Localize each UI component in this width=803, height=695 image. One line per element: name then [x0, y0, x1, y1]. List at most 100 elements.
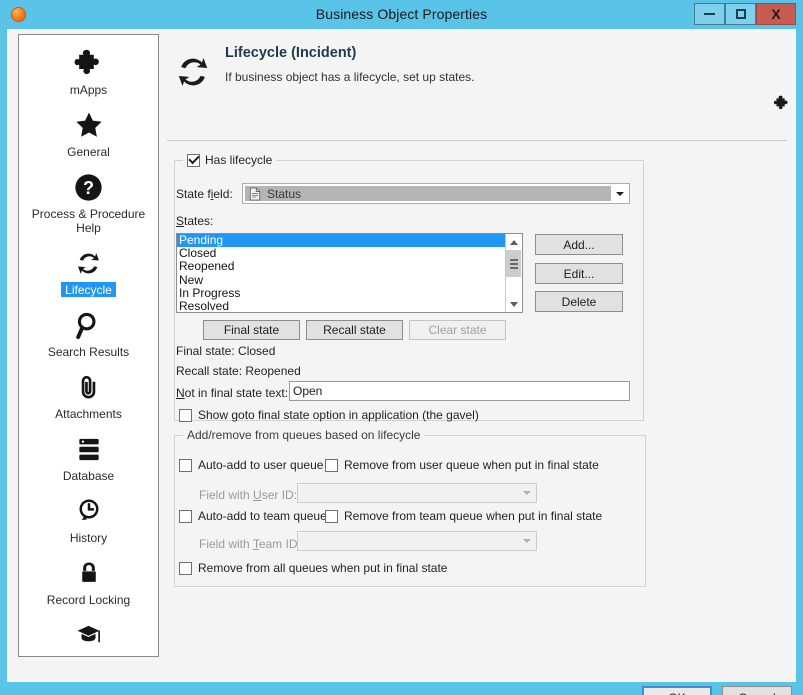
chevron-down-icon[interactable] — [518, 484, 536, 502]
maximize-button[interactable] — [725, 3, 756, 25]
state-field-label: State field: — [176, 187, 233, 201]
ok-button[interactable]: OK — [642, 686, 712, 695]
has-lifecycle-group-title: Has lifecycle — [183, 153, 277, 167]
field-user-id-combobox[interactable] — [297, 483, 537, 503]
sidebar-item-attachments[interactable]: Attachments — [19, 359, 158, 421]
state-field-value: Status — [267, 186, 302, 201]
show-goto-row[interactable]: Show goto final state option in applicat… — [179, 408, 479, 422]
remove-team-queue-label: Remove from team queue when put in final… — [344, 509, 603, 523]
sidebar-item-history[interactable]: History — [19, 483, 158, 545]
refresh-cycle-icon — [72, 244, 105, 282]
chevron-down-icon[interactable] — [518, 532, 536, 550]
remove-user-queue-checkbox[interactable] — [325, 458, 338, 472]
auto-add-team-queue-row[interactable]: Auto-add to team queue — [179, 509, 327, 523]
field-user-id-value — [298, 484, 518, 502]
minimize-icon — [704, 13, 715, 15]
remove-team-queue-row[interactable]: Remove from team queue when put in final… — [325, 509, 602, 523]
final-state-value: Final state: Closed — [176, 344, 276, 358]
sidebar-item-label: Search Results — [47, 345, 130, 359]
list-item[interactable]: Reopened — [177, 260, 505, 273]
magnifier-icon — [73, 306, 104, 344]
not-in-final-state-input[interactable]: Open — [289, 381, 630, 401]
sidebar-item-mapps[interactable]: mApps — [19, 35, 158, 97]
close-button[interactable]: X — [756, 3, 796, 25]
remove-all-queues-checkbox[interactable] — [179, 561, 192, 575]
field-user-id-label: Field with User ID: — [199, 488, 298, 502]
sidebar-item-label: General — [67, 145, 110, 159]
question-mark-circle-icon: ? — [73, 168, 104, 206]
states-label-row: States: — [176, 214, 213, 228]
category-sidebar[interactable]: mApps General ? Process & Procedure Help… — [18, 34, 159, 657]
list-item[interactable]: New — [177, 273, 505, 287]
add-button[interactable]: Add... — [535, 234, 623, 255]
has-lifecycle-label: Has lifecycle — [205, 153, 273, 167]
scrollbar-thumb[interactable] — [506, 250, 521, 277]
remove-all-queues-row[interactable]: Remove from all queues when put in final… — [179, 561, 447, 575]
sidebar-item-database[interactable]: Database — [19, 421, 158, 483]
remove-user-queue-label: Remove from user queue when put in final… — [344, 458, 599, 472]
auto-add-user-queue-label: Auto-add to user queue — [198, 458, 324, 472]
auto-add-user-queue-row[interactable]: Auto-add to user queue — [179, 458, 323, 472]
recall-state-value: Recall state: Reopened — [176, 364, 301, 378]
sidebar-item-label: Advanced — [58, 654, 119, 656]
chevron-up-icon — [510, 239, 518, 245]
show-goto-checkbox[interactable] — [179, 408, 192, 422]
scroll-down-button[interactable] — [506, 296, 522, 312]
header-divider — [167, 140, 787, 141]
paperclip-icon — [74, 368, 103, 406]
panel-header: Lifecycle (Incident) If business object … — [167, 35, 788, 127]
list-item[interactable]: Pending — [177, 234, 505, 248]
sidebar-item-record-locking[interactable]: Record Locking — [19, 545, 158, 607]
auto-add-user-queue-checkbox[interactable] — [179, 458, 192, 472]
dialog-window: Business Object Properties X mApps Gener… — [0, 0, 803, 695]
remove-all-queues-label: Remove from all queues when put in final… — [198, 561, 448, 575]
remove-user-queue-row[interactable]: Remove from user queue when put in final… — [325, 458, 599, 472]
state-field-face: Status — [245, 186, 611, 201]
auto-add-team-queue-checkbox[interactable] — [179, 509, 192, 523]
recall-state-button[interactable]: Recall state — [306, 320, 403, 340]
final-state-button[interactable]: Final state — [203, 320, 300, 340]
sidebar-item-lifecycle[interactable]: Lifecycle — [19, 235, 158, 297]
show-goto-label: Show goto final state option in applicat… — [198, 408, 479, 422]
list-item[interactable]: Resolved — [177, 299, 505, 312]
close-icon: X — [771, 6, 781, 22]
sidebar-item-label: Attachments — [55, 407, 122, 421]
sidebar-item-label: mApps — [69, 83, 108, 97]
states-scrollbar[interactable] — [505, 234, 522, 312]
sidebar-item-search-results[interactable]: Search Results — [19, 297, 158, 359]
field-team-id-value — [298, 532, 518, 550]
state-field-combobox[interactable]: Status — [242, 183, 630, 204]
field-team-id-combobox[interactable] — [297, 531, 537, 551]
scroll-up-button[interactable] — [506, 234, 522, 250]
sidebar-item-label: Database — [62, 469, 115, 483]
graduation-cap-icon — [73, 616, 104, 654]
edit-button[interactable]: Edit... — [535, 263, 623, 284]
puzzle-piece-icon[interactable] — [773, 94, 791, 112]
svg-text:?: ? — [83, 178, 94, 198]
page-title: Lifecycle (Incident) — [225, 45, 357, 61]
not-in-final-state-label: Not in final state text: — [176, 386, 289, 400]
sidebar-item-general[interactable]: General — [19, 97, 158, 159]
padlock-icon — [75, 554, 103, 592]
puzzle-piece-icon — [72, 44, 106, 82]
minimize-button[interactable] — [694, 3, 725, 25]
document-icon — [249, 187, 261, 200]
states-list-items[interactable]: Pending Closed Reopened New In Progress … — [177, 234, 505, 312]
clear-state-button: Clear state — [409, 320, 506, 340]
queues-group-title: Add/remove from queues based on lifecycl… — [183, 428, 425, 442]
remove-team-queue-checkbox[interactable] — [325, 509, 338, 523]
auto-add-team-queue-label: Auto-add to team queue — [198, 509, 327, 523]
refresh-cycle-icon — [172, 51, 214, 93]
sidebar-item-label: History — [69, 531, 108, 545]
clock-history-icon — [74, 492, 104, 530]
has-lifecycle-checkbox[interactable] — [187, 153, 200, 167]
cancel-button[interactable]: Cancel — [722, 686, 792, 695]
chevron-down-icon[interactable] — [611, 184, 629, 203]
field-team-id-label: Field with Team ID: — [199, 537, 301, 551]
sidebar-item-process-procedure-help[interactable]: ? Process & Procedure Help — [19, 159, 158, 235]
delete-button[interactable]: Delete — [535, 291, 623, 312]
sidebar-item-label: Record Locking — [46, 593, 131, 607]
star-icon — [72, 106, 106, 144]
sidebar-item-advanced[interactable]: Advanced — [19, 607, 158, 656]
states-listbox[interactable]: Pending Closed Reopened New In Progress … — [176, 233, 523, 313]
